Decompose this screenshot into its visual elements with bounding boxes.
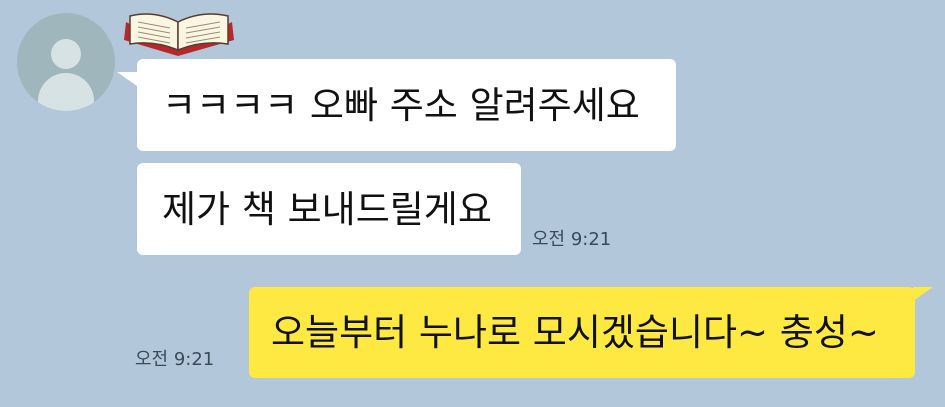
avatar-head-shape <box>51 39 81 69</box>
message-text: 오늘부터 누나로 모시겠습니다~ 충성~ <box>271 311 879 354</box>
received-timestamp: 오전 9:21 <box>532 229 612 250</box>
message-text: ㅋㅋㅋㅋ 오빠 주소 알려주세요 <box>162 83 640 127</box>
incoming-message-bubble[interactable]: 제가 책 보내드릴게요 <box>137 163 521 255</box>
message-text: 제가 책 보내드릴게요 <box>162 187 492 231</box>
outgoing-bubble-tail <box>913 287 933 301</box>
sender-avatar[interactable] <box>17 13 115 111</box>
sent-timestamp: 오전 9:21 <box>135 349 215 370</box>
open-book-icon <box>124 13 234 56</box>
incoming-bubble-tail <box>117 72 137 86</box>
outgoing-message-bubble[interactable]: 오늘부터 누나로 모시겠습니다~ 충성~ <box>249 287 915 378</box>
avatar-shoulders-shape <box>38 73 94 111</box>
incoming-message-bubble[interactable]: ㅋㅋㅋㅋ 오빠 주소 알려주세요 <box>137 59 676 151</box>
